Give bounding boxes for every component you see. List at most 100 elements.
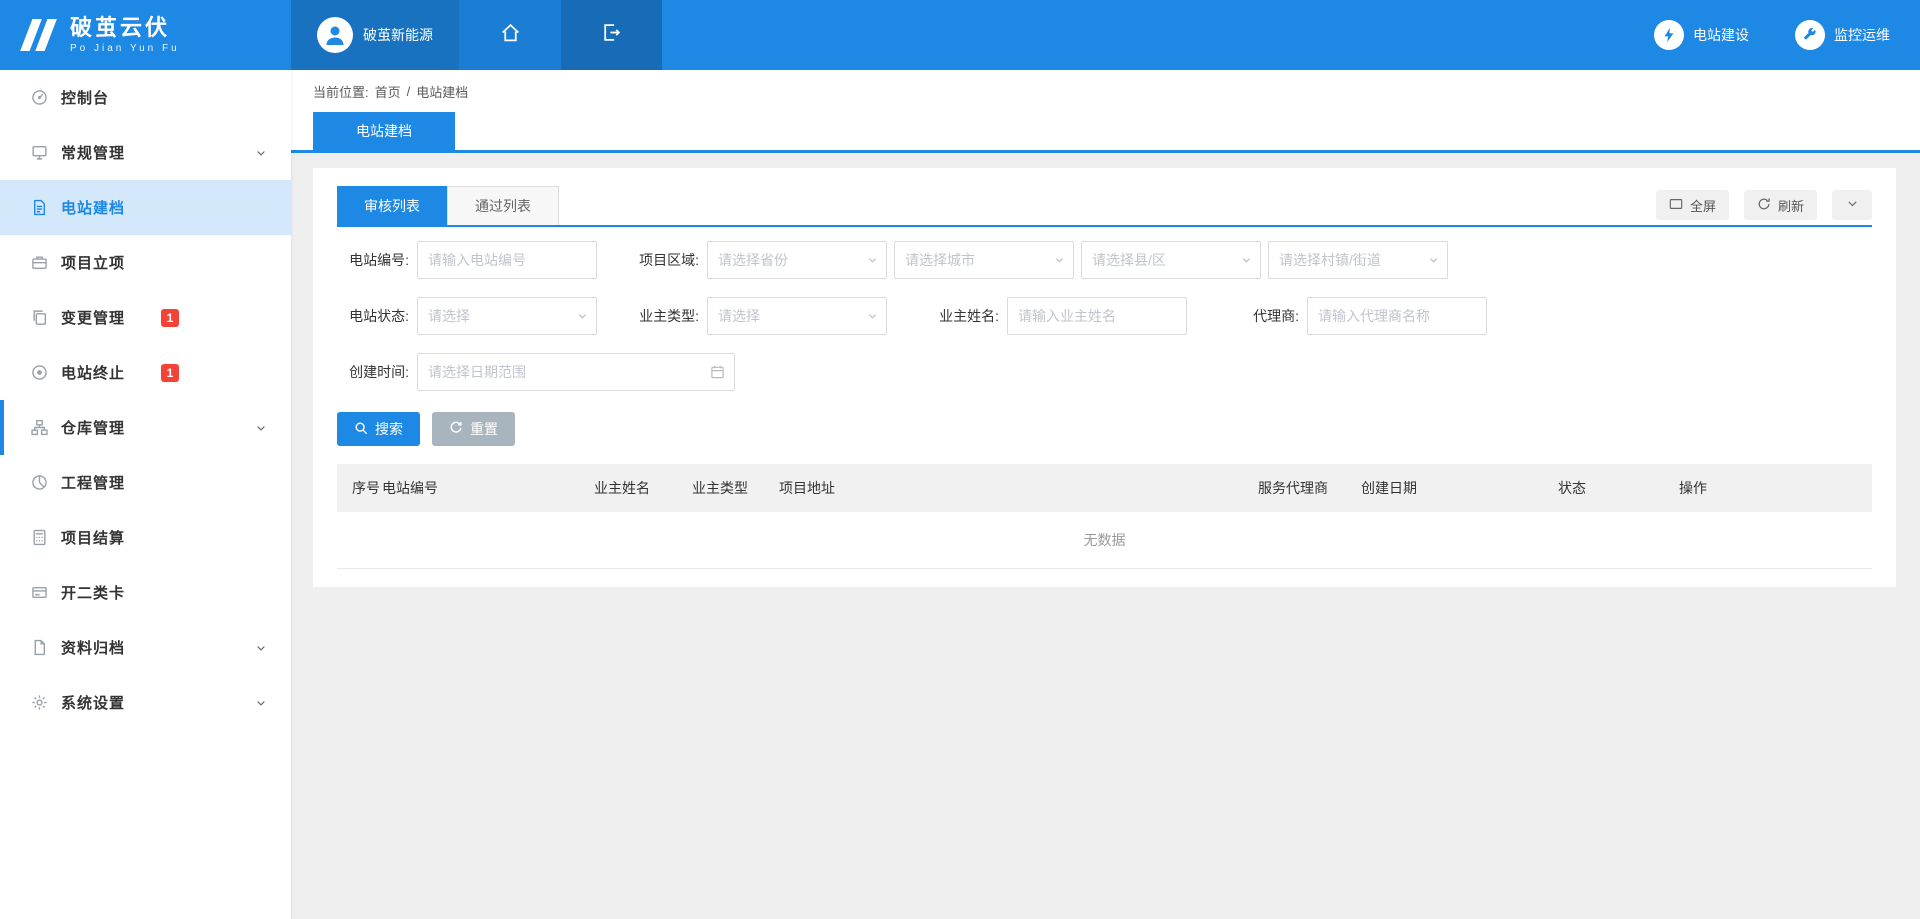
bolt-icon	[1654, 20, 1684, 50]
agent-input[interactable]	[1307, 297, 1487, 335]
reset-button[interactable]: 重置	[432, 412, 515, 446]
fullscreen-button[interactable]: 全屏	[1656, 190, 1729, 220]
copy-icon	[30, 309, 48, 327]
chevron-down-icon	[255, 642, 267, 654]
nav-station-construction[interactable]: 电站建设	[1654, 20, 1749, 50]
sidebar-item-engineering-management[interactable]: 工程管理	[0, 455, 291, 510]
fullscreen-icon	[1669, 197, 1683, 214]
sitemap-icon	[30, 419, 48, 437]
archive-file-icon	[30, 639, 48, 657]
chevron-down-icon	[867, 311, 878, 322]
col-owner-type: 业主类型	[692, 478, 779, 498]
table-header: 序号 电站编号 业主姓名 业主类型 项目地址 服务代理商 创建日期 状态 操作	[337, 464, 1872, 512]
station-status-select[interactable]: 请选择	[417, 297, 597, 335]
pie-chart-icon	[30, 474, 48, 492]
empty-state: 无数据	[337, 512, 1872, 569]
logo-icon	[20, 19, 58, 51]
tab-review-list[interactable]: 审核列表	[337, 186, 447, 225]
station-no-label: 电站编号:	[337, 250, 409, 270]
search-icon	[354, 421, 368, 438]
document-icon	[30, 199, 48, 217]
company-name: 破茧新能源	[363, 25, 433, 45]
chevron-down-icon	[255, 697, 267, 709]
owner-name-input[interactable]	[1007, 297, 1187, 335]
home-button[interactable]	[459, 0, 561, 70]
refresh-button[interactable]: 刷新	[1744, 190, 1817, 220]
breadcrumb-prefix: 当前位置:	[313, 82, 369, 101]
col-actions: 操作	[1679, 478, 1872, 498]
reset-icon	[449, 421, 463, 438]
wrench-icon	[1795, 20, 1825, 50]
province-select[interactable]: 请选择省份	[707, 241, 887, 279]
badge-count: 1	[161, 309, 179, 327]
station-filing-panel: 审核列表 通过列表 全屏 刷新	[313, 168, 1896, 587]
village-select[interactable]: 请选择村镇/街道	[1268, 241, 1448, 279]
sidebar-item-dashboard[interactable]: 控制台	[0, 70, 291, 125]
sidebar-item-project-settlement[interactable]: 项目结算	[0, 510, 291, 565]
col-index: 序号	[352, 478, 382, 498]
breadcrumb-separator: /	[407, 84, 411, 99]
badge-count: 1	[161, 364, 179, 382]
owner-type-select[interactable]: 请选择	[707, 297, 887, 335]
chevron-down-icon	[1241, 255, 1252, 266]
sidebar-item-project-initiation[interactable]: 项目立项	[0, 235, 291, 290]
logo-title: 破茧云伏	[70, 16, 180, 40]
sidebar-item-change-management[interactable]: 变更管理 1	[0, 290, 291, 345]
county-select[interactable]: 请选择县/区	[1081, 241, 1261, 279]
chevron-down-icon	[577, 311, 588, 322]
logout-icon	[601, 22, 622, 48]
date-range-field	[417, 353, 735, 391]
sidebar-item-general-management[interactable]: 常规管理	[0, 125, 291, 180]
station-no-input[interactable]	[417, 241, 597, 279]
briefcase-icon	[30, 254, 48, 272]
calculator-icon	[30, 529, 48, 547]
col-owner-name: 业主姓名	[594, 478, 692, 498]
logout-button[interactable]	[561, 0, 662, 70]
sidebar-item-warehouse-management[interactable]: 仓库管理	[0, 400, 291, 455]
refresh-icon	[1757, 197, 1771, 214]
sidebar: 控制台 常规管理 电站建档 项目立项 变更管理 1 电站终止 1	[0, 70, 291, 919]
sidebar-item-system-settings[interactable]: 系统设置	[0, 675, 291, 730]
target-icon	[30, 364, 48, 382]
avatar	[317, 17, 353, 53]
station-status-label: 电站状态:	[337, 306, 409, 326]
chevron-down-icon	[1846, 197, 1859, 213]
city-select[interactable]: 请选择城市	[894, 241, 1074, 279]
sidebar-item-data-archive[interactable]: 资料归档	[0, 620, 291, 675]
col-status: 状态	[1558, 478, 1679, 498]
owner-type-label: 业主类型:	[627, 306, 699, 326]
app-logo: 破茧云伏 Po Jian Yun Fu	[0, 0, 291, 70]
region-label: 项目区域:	[627, 250, 699, 270]
tab-passed-list[interactable]: 通过列表	[447, 186, 559, 225]
breadcrumb-home-link[interactable]: 首页	[375, 82, 401, 101]
col-project-address: 项目地址	[779, 478, 1258, 498]
sidebar-item-station-termination[interactable]: 电站终止 1	[0, 345, 291, 400]
breadcrumb: 当前位置: 首页 / 电站建档	[291, 70, 1920, 112]
sidebar-item-type2-card[interactable]: 开二类卡	[0, 565, 291, 620]
owner-name-label: 业主姓名:	[927, 306, 999, 326]
create-time-label: 创建时间:	[337, 362, 409, 382]
filter-form: 电站编号: 项目区域: 请选择省份 请选择城市 请选择县/区	[337, 241, 1872, 446]
gear-icon	[30, 694, 48, 712]
agent-label: 代理商:	[1227, 306, 1299, 326]
chevron-down-icon	[255, 422, 267, 434]
chevron-down-icon	[255, 147, 267, 159]
logo-subtitle: Po Jian Yun Fu	[70, 43, 180, 54]
nav-monitoring-ops[interactable]: 监控运维	[1795, 20, 1890, 50]
panel-tabs: 审核列表 通过列表 全屏 刷新	[337, 186, 1872, 227]
app-header: 破茧云伏 Po Jian Yun Fu 破茧新能源 电站建设 监控	[0, 0, 1920, 70]
col-service-agent: 服务代理商	[1258, 478, 1361, 498]
chevron-down-icon	[1428, 255, 1439, 266]
search-button[interactable]: 搜索	[337, 412, 420, 446]
results-table: 序号 电站编号 业主姓名 业主类型 项目地址 服务代理商 创建日期 状态 操作 …	[337, 464, 1872, 569]
col-station-no: 电站编号	[382, 478, 594, 498]
home-icon	[500, 22, 521, 48]
page-tab-station-filing[interactable]: 电站建档	[313, 112, 455, 150]
header-nav: 电站建设 监控运维	[1654, 0, 1920, 70]
user-menu[interactable]: 破茧新能源	[291, 0, 459, 70]
collapse-button[interactable]	[1832, 190, 1872, 220]
col-create-date: 创建日期	[1361, 478, 1558, 498]
date-range-input[interactable]	[417, 353, 735, 391]
breadcrumb-current: 电站建档	[416, 82, 468, 101]
sidebar-item-station-filing[interactable]: 电站建档	[0, 180, 291, 235]
